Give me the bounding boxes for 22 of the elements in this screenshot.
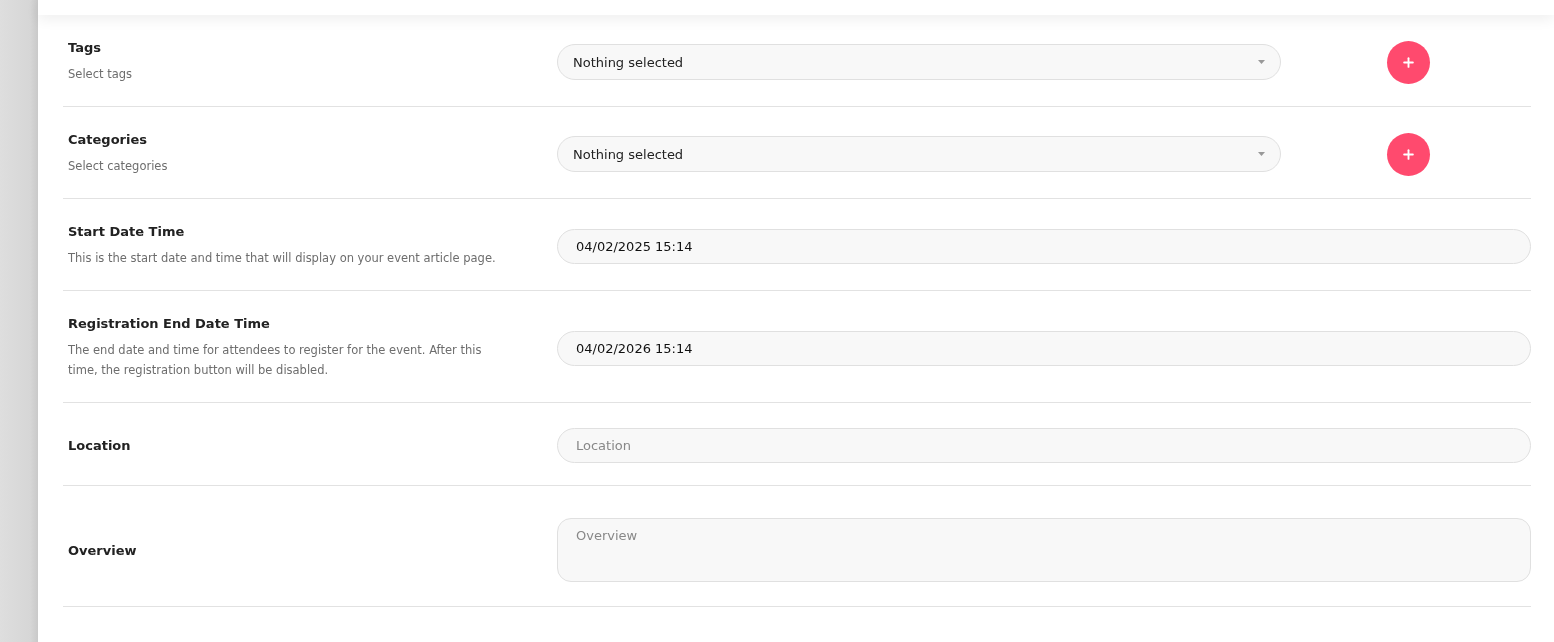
- field-description: Select categories: [68, 158, 169, 175]
- text-area[interactable]: Overview: [557, 518, 1531, 582]
- caret-icon: [1258, 60, 1265, 64]
- field-label: Start Date Time: [68, 224, 186, 239]
- field-label: Registration End Date Time: [68, 316, 271, 331]
- input-field[interactable]: Location: [557, 428, 1531, 463]
- input-field[interactable]: 04/02/2026 15:14: [557, 330, 1531, 366]
- field-label: Tags: [68, 40, 102, 55]
- caret-icon: [1258, 152, 1265, 156]
- add-button[interactable]: [1386, 132, 1430, 176]
- field-description: The end date and time for attendees to register for the event. After this time, the registration button will be disabled.: [68, 342, 483, 379]
- input-field[interactable]: 04/02/2025 15:14: [557, 228, 1531, 264]
- field-label: Categories: [68, 132, 148, 147]
- field-description: This is the start date and time that will display on your event article page.: [68, 250, 497, 267]
- select-dropdown[interactable]: Nothing selected: [557, 44, 1281, 80]
- field-label: Location: [68, 438, 132, 453]
- plus-icon: [1400, 146, 1416, 162]
- plus-icon: [1400, 54, 1416, 70]
- select-dropdown[interactable]: Nothing selected: [557, 136, 1281, 172]
- field-label: Overview: [68, 542, 138, 558]
- add-button[interactable]: [1386, 40, 1430, 84]
- field-description: Select tags: [68, 66, 133, 83]
